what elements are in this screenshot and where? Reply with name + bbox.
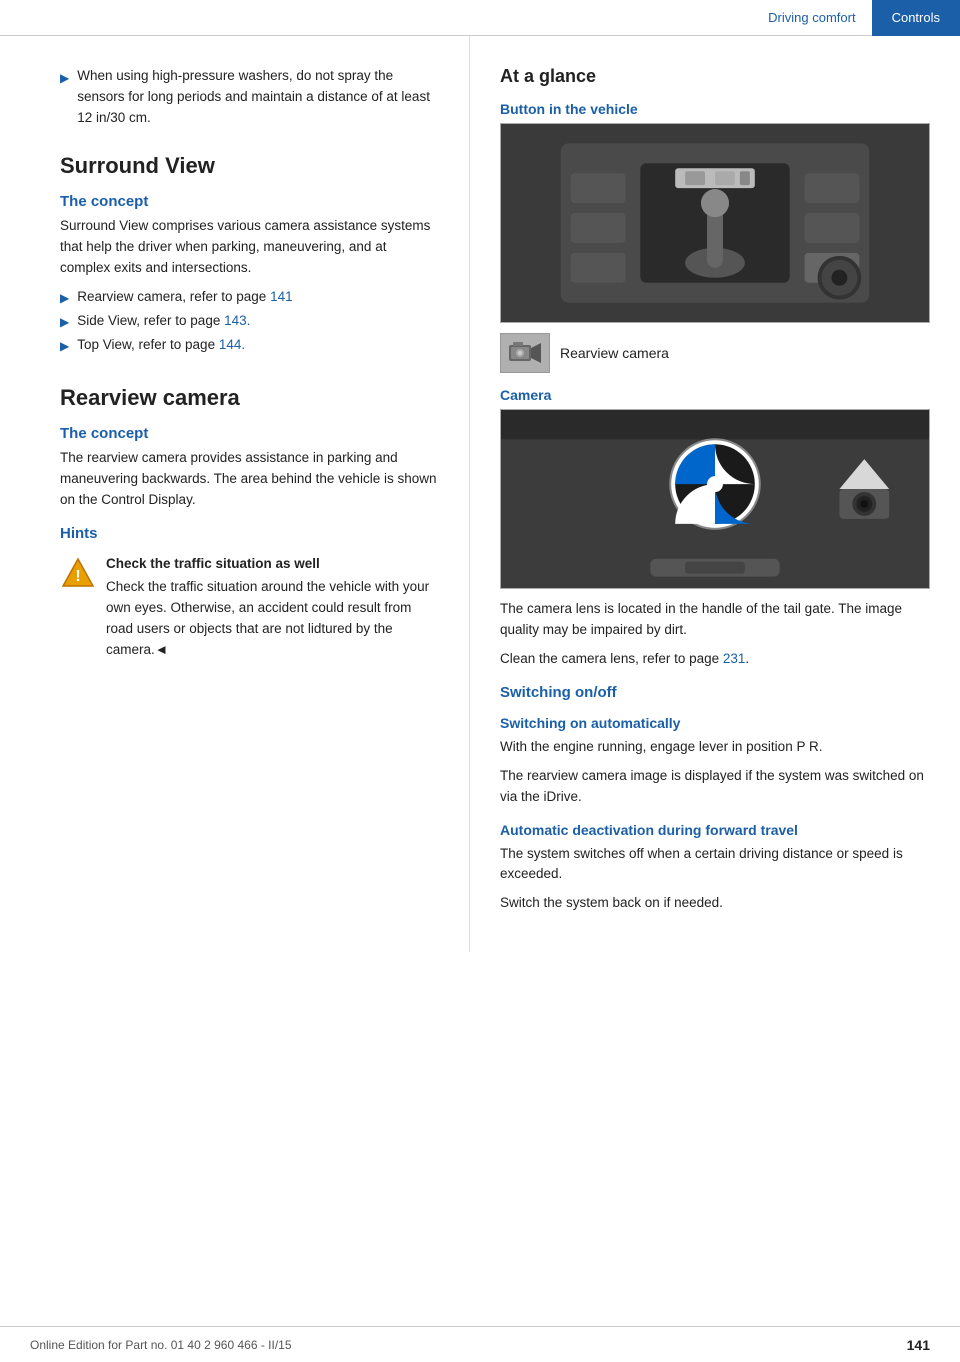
link-143[interactable]: 143. [224, 313, 250, 328]
top-bullet-item: ▶ When using high-pressure washers, do n… [60, 66, 439, 129]
surround-view-concept-text: Surround View comprises various camera a… [60, 216, 439, 279]
link-141[interactable]: 141 [270, 289, 293, 304]
rearview-camera-concept-title: The concept [60, 425, 439, 442]
controls-tab: Controls [872, 0, 960, 36]
warning-text-container: Check the traffic situation as well Chec… [106, 554, 439, 661]
warning-title: Check the traffic situation as well [106, 554, 439, 575]
warning-icon: ! [60, 556, 96, 592]
switching-on-auto-title: Switching on automatically [500, 715, 930, 731]
driving-comfort-tab: Driving comfort [752, 10, 871, 25]
bullet-sideview-text: Side View, refer to page 143. [77, 311, 250, 331]
button-in-vehicle-heading: Button in the vehicle [500, 101, 930, 117]
switching-on-auto-text2: The rearview camera image is displayed i… [500, 766, 930, 808]
link-231[interactable]: 231 [723, 651, 746, 666]
bullet-topview-text: Top View, refer to page 144. [77, 335, 245, 355]
bullet-rearview: ▶ Rearview camera, refer to page 141 [60, 287, 439, 307]
bullet-arrow-icon-2: ▶ [60, 313, 69, 331]
warning-box: ! Check the traffic situation as well Ch… [60, 554, 439, 661]
auto-deactivation-text2: Switch the system back on if needed. [500, 893, 930, 914]
top-bullet-text: When using high-pressure washers, do not… [77, 66, 439, 129]
switching-title: Switching on/off [500, 684, 930, 701]
bullet-topview: ▶ Top View, refer to page 144. [60, 335, 439, 355]
page-content: ▶ When using high-pressure washers, do n… [0, 36, 960, 952]
right-column: At a glance Button in the vehicle [470, 36, 960, 952]
camera-image [500, 409, 930, 589]
left-column: ▶ When using high-pressure washers, do n… [0, 36, 470, 952]
page-footer: Online Edition for Part no. 01 40 2 960 … [0, 1326, 960, 1362]
svg-text:!: ! [75, 568, 80, 585]
bullet-rearview-text: Rearview camera, refer to page 141 [77, 287, 292, 307]
surround-view-concept-title: The concept [60, 193, 439, 210]
switching-on-auto-text1: With the engine running, engage lever in… [500, 737, 930, 758]
rearview-camera-label: Rearview camera [560, 345, 669, 361]
rearview-camera-title: Rearview camera [60, 385, 439, 411]
hints-title: Hints [60, 525, 439, 542]
at-a-glance-heading: At a glance [500, 66, 930, 87]
warning-body: Check the traffic situation around the v… [106, 579, 429, 657]
auto-deactivation-text1: The system switches off when a certain d… [500, 844, 930, 886]
camera-desc1: The camera lens is located in the handle… [500, 599, 930, 641]
page-number: 141 [907, 1337, 930, 1353]
bullet-arrow-icon: ▶ [60, 69, 69, 88]
page-header: Driving comfort Controls [0, 0, 960, 36]
footer-text: Online Edition for Part no. 01 40 2 960 … [30, 1338, 292, 1352]
camera-desc2-end: . [745, 651, 749, 666]
surround-view-bullets: ▶ Rearview camera, refer to page 141 ▶ S… [60, 287, 439, 356]
camera-desc2: Clean the camera lens, refer to page 231… [500, 649, 930, 670]
surround-view-title: Surround View [60, 153, 439, 179]
camera-section-heading: Camera [500, 387, 930, 403]
bullet-sideview: ▶ Side View, refer to page 143. [60, 311, 439, 331]
camera-desc2-text: Clean the camera lens, refer to page [500, 651, 723, 666]
auto-deactivation-title: Automatic deactivation during forward tr… [500, 822, 930, 838]
bullet-arrow-icon-3: ▶ [60, 337, 69, 355]
rearview-camera-concept-text: The rearview camera provides assistance … [60, 448, 439, 511]
vehicle-interior-image [500, 123, 930, 323]
bullet-arrow-icon-1: ▶ [60, 289, 69, 307]
rearview-camera-icon [500, 333, 550, 373]
camera-icon-row: Rearview camera [500, 333, 930, 373]
link-144[interactable]: 144. [219, 337, 245, 352]
